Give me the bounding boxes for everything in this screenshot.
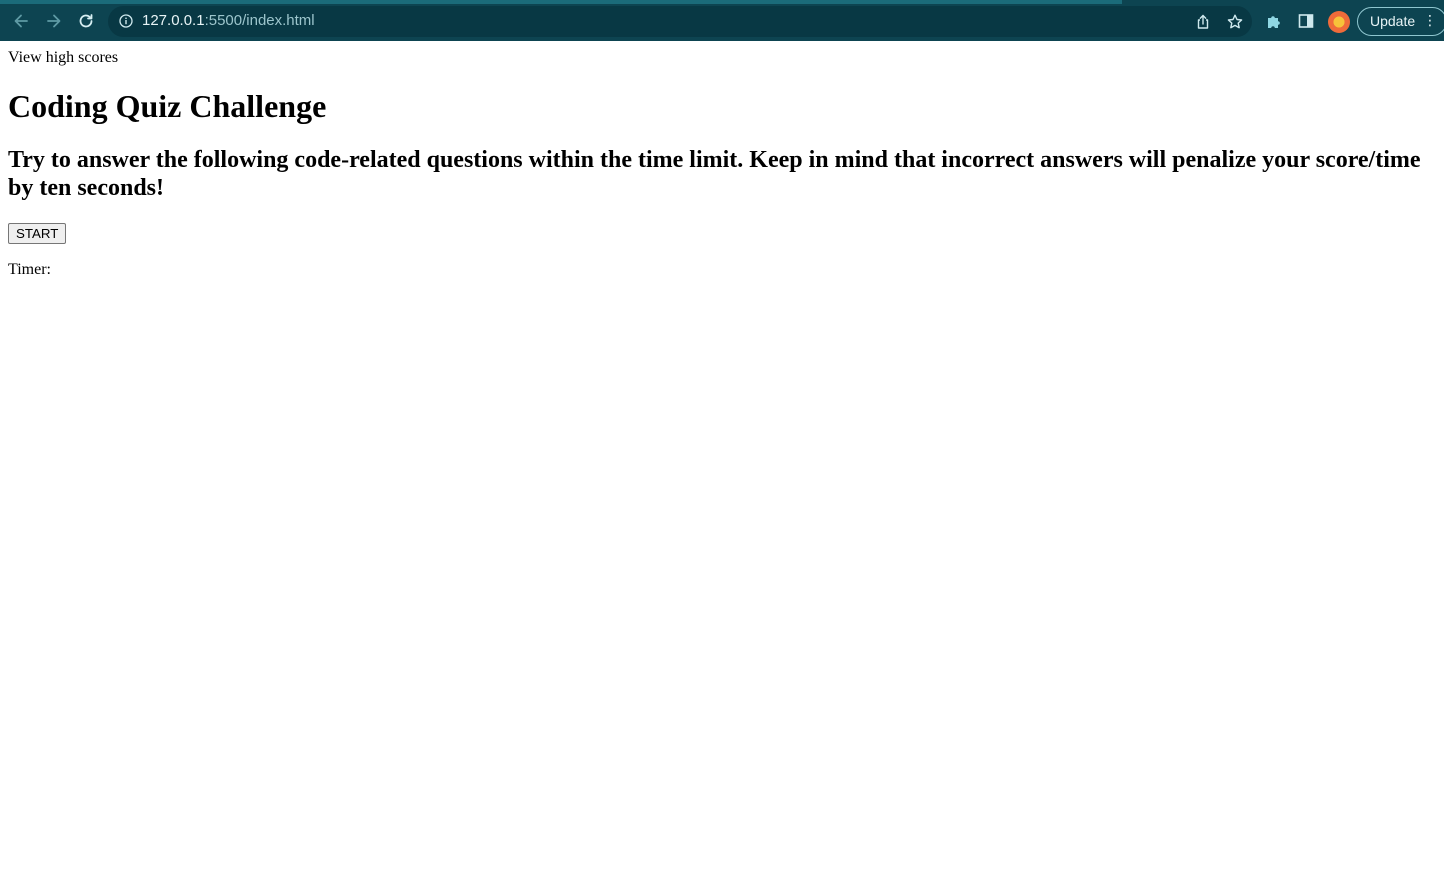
puzzle-icon[interactable]	[1265, 12, 1283, 30]
arrow-left-icon	[14, 14, 28, 28]
forward-button[interactable]	[43, 10, 65, 32]
page-content: View high scores Coding Quiz Challenge T…	[0, 48, 1444, 279]
reload-button[interactable]	[75, 10, 97, 32]
quiz-instructions: Try to answer the following code-related…	[8, 147, 1421, 201]
info-icon[interactable]	[119, 14, 133, 28]
side-panel-icon[interactable]	[1297, 12, 1315, 30]
share-icon[interactable]	[1194, 13, 1212, 31]
start-button[interactable]: START	[8, 223, 67, 244]
address-bar[interactable]: 127.0.0.1:5500/index.html	[108, 6, 1252, 37]
view-high-scores-link[interactable]: View high scores	[8, 48, 1436, 67]
arrow-right-icon	[47, 14, 61, 28]
tab-strip-edge	[0, 0, 1122, 4]
url-host: 127.0.0.1	[142, 12, 205, 29]
browser-toolbar: 127.0.0.1:5500/index.html Update ⋮	[0, 0, 1444, 41]
kebab-menu-icon[interactable]: ⋮	[1423, 8, 1437, 35]
page-title: Coding Quiz Challenge	[8, 88, 327, 124]
back-button[interactable]	[10, 10, 32, 32]
reload-icon	[79, 14, 93, 28]
update-label: Update	[1370, 13, 1416, 29]
url-text[interactable]: 127.0.0.1:5500/index.html	[142, 12, 315, 29]
timer-label: Timer:	[8, 261, 51, 278]
update-button[interactable]: Update ⋮	[1357, 7, 1444, 36]
url-path: :5500/index.html	[204, 12, 315, 29]
star-icon[interactable]	[1226, 13, 1244, 31]
profile-avatar[interactable]	[1328, 11, 1350, 33]
